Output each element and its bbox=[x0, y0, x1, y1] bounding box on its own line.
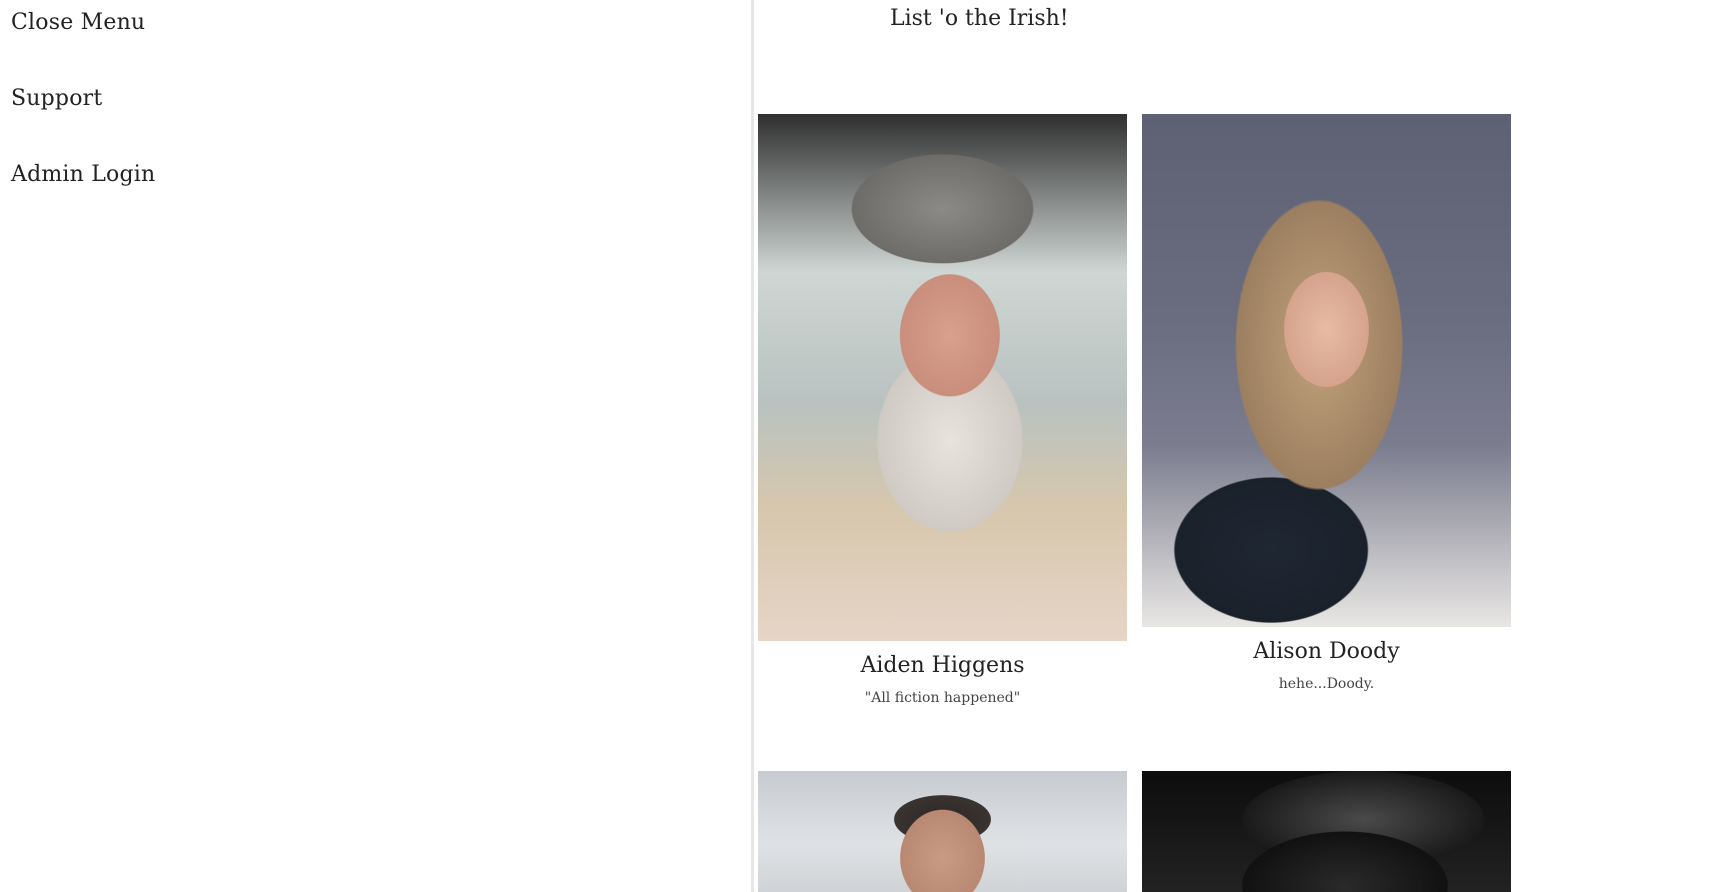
page-title: List 'o the Irish! bbox=[890, 6, 1069, 31]
admin-login-link[interactable]: Admin Login bbox=[11, 162, 155, 187]
person-photo[interactable] bbox=[758, 114, 1127, 641]
side-menu: Close Menu Support Admin Login bbox=[0, 0, 754, 892]
close-menu-link[interactable]: Close Menu bbox=[11, 10, 145, 35]
page: Close Menu Support Admin Login List 'o t… bbox=[0, 0, 1724, 892]
main-content: List 'o the Irish! Aiden Higgens "All fi… bbox=[757, 0, 1724, 892]
person-card[interactable] bbox=[758, 771, 1127, 892]
support-link[interactable]: Support bbox=[11, 86, 102, 111]
person-quote: "All fiction happened" bbox=[864, 690, 1021, 706]
person-name: Alison Doody bbox=[1253, 639, 1400, 664]
person-card[interactable]: Aiden Higgens "All fiction happened" bbox=[758, 114, 1127, 706]
person-quote: hehe...Doody. bbox=[1278, 676, 1375, 692]
person-photo[interactable] bbox=[758, 771, 1127, 892]
person-photo[interactable] bbox=[1142, 771, 1511, 892]
person-name: Aiden Higgens bbox=[860, 653, 1025, 678]
person-card[interactable] bbox=[1142, 771, 1511, 892]
person-card[interactable]: Alison Doody hehe...Doody. bbox=[1142, 114, 1511, 692]
person-photo[interactable] bbox=[1142, 114, 1511, 627]
